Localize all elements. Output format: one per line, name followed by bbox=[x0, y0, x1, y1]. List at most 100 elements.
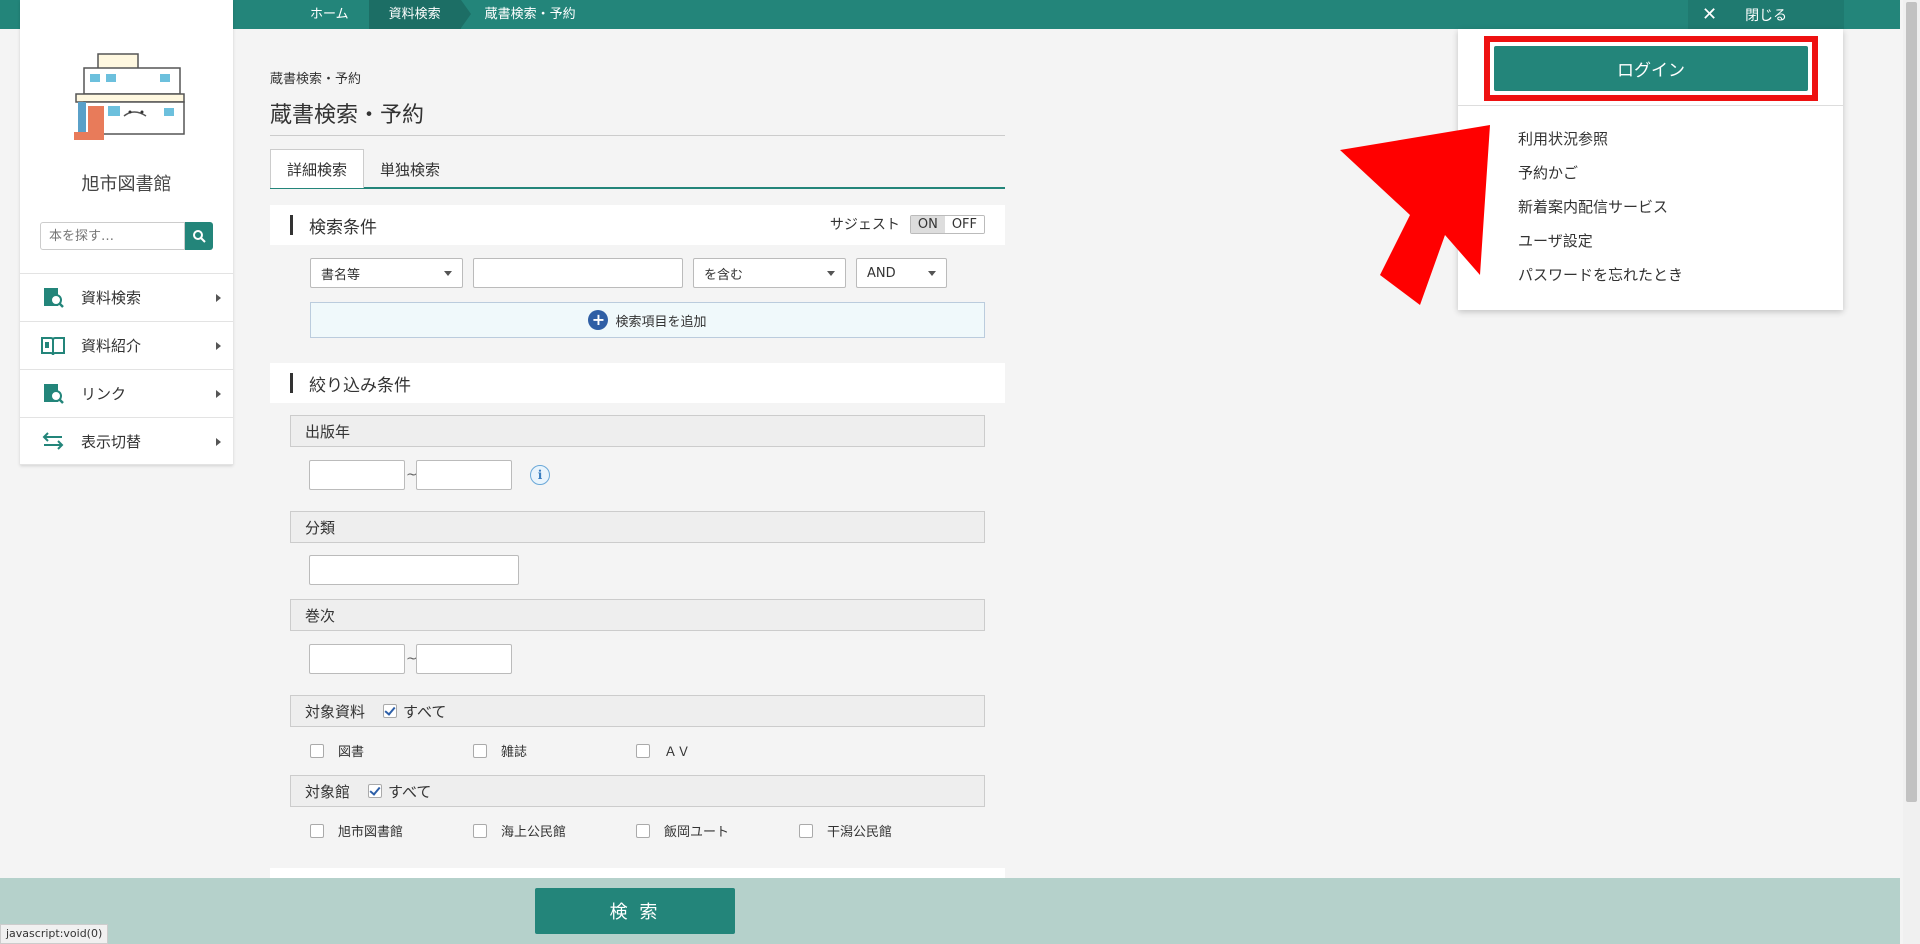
sidebar-item-material-intro[interactable]: 資料紹介 bbox=[20, 321, 233, 369]
menu-link-reservation-cart[interactable]: 予約かご bbox=[1518, 162, 1578, 183]
publish-year-from-input[interactable] bbox=[309, 460, 405, 490]
menu-link-new-arrival-service[interactable]: 新着案内配信サービス bbox=[1518, 196, 1668, 217]
checkbox-label: 図書 bbox=[338, 745, 365, 760]
library-higata-checkbox[interactable]: 干潟公民館 bbox=[799, 821, 892, 840]
menu-link-usage-status[interactable]: 利用状況参照 bbox=[1518, 128, 1608, 149]
sidebar: 旭市図書館 資料検索 資料紹介 リン bbox=[20, 0, 233, 465]
filter-conditions-header: 絞り込み条件 bbox=[270, 363, 1005, 403]
volume-header: 巻次 bbox=[290, 599, 985, 631]
add-search-item-button[interactable]: + 検索項目を追加 bbox=[310, 302, 985, 338]
tab-single-search[interactable]: 単独検索 bbox=[364, 149, 456, 189]
page-title: 蔵書検索・予約 bbox=[270, 97, 1005, 136]
breadcrumb: ホーム 資料検索 蔵書検索・予約 bbox=[290, 0, 596, 29]
field-select-value: 書名等 bbox=[321, 267, 361, 283]
info-icon[interactable]: i bbox=[530, 465, 550, 485]
sidebar-search-button[interactable] bbox=[185, 222, 213, 250]
suggest-toggle-group: サジェスト ON OFF bbox=[830, 214, 985, 234]
suggest-off-button[interactable]: OFF bbox=[944, 215, 984, 233]
library-logo[interactable] bbox=[64, 46, 212, 146]
browser-status-bar: javascript:void(0) bbox=[0, 924, 109, 944]
field-select[interactable]: 書名等 bbox=[310, 258, 463, 288]
add-search-item-label: 検索項目を追加 bbox=[615, 314, 707, 330]
sidebar-search bbox=[40, 222, 213, 250]
section-title: 絞り込み条件 bbox=[309, 375, 411, 396]
login-button[interactable]: ログイン bbox=[1494, 46, 1808, 91]
library-iioka-checkbox[interactable]: 飯岡ユート bbox=[636, 821, 729, 840]
match-type-value: を含む bbox=[704, 267, 744, 283]
menu-link-forgot-password[interactable]: パスワードを忘れたとき bbox=[1518, 264, 1683, 285]
logic-operator-select[interactable]: AND bbox=[856, 258, 947, 288]
search-icon bbox=[193, 230, 206, 243]
target-library-label: 対象館 bbox=[305, 782, 351, 801]
suggest-toggle[interactable]: ON OFF bbox=[909, 214, 985, 234]
classification-input[interactable] bbox=[309, 555, 519, 585]
search-tabs: 詳細検索 単独検索 bbox=[270, 149, 1005, 189]
red-arrow-annotation bbox=[1340, 125, 1490, 305]
caret-right-icon bbox=[216, 342, 221, 350]
search-conditions-header: 検索条件 サジェスト ON OFF bbox=[270, 205, 1005, 245]
checkbox-label: ＡＶ bbox=[664, 745, 691, 760]
sidebar-search-input[interactable] bbox=[40, 222, 185, 250]
publish-year-header: 出版年 bbox=[290, 415, 985, 447]
caret-right-icon bbox=[216, 390, 221, 398]
sidebar-item-label: リンク bbox=[81, 385, 127, 403]
plus-circle-icon: + bbox=[588, 310, 609, 330]
volume-from-input[interactable] bbox=[309, 644, 405, 674]
chevron-down-icon bbox=[444, 271, 452, 276]
close-label: 閉じる bbox=[1745, 7, 1788, 24]
library-all-checkbox[interactable]: すべて bbox=[368, 781, 431, 802]
login-highlight-box: ログイン bbox=[1484, 36, 1818, 101]
checkbox-icon bbox=[799, 823, 813, 838]
checkbox-checked-icon bbox=[368, 784, 383, 798]
checkbox-label: 旭市図書館 bbox=[338, 825, 404, 840]
checkbox-icon bbox=[310, 823, 324, 838]
match-type-select[interactable]: を含む bbox=[693, 258, 846, 288]
keyword-input[interactable] bbox=[473, 258, 683, 288]
checkbox-icon bbox=[636, 743, 650, 758]
divider bbox=[1458, 105, 1843, 106]
sidebar-item-label: 資料紹介 bbox=[81, 337, 142, 355]
sidebar-item-link[interactable]: リンク bbox=[20, 369, 233, 417]
book-search-icon bbox=[39, 380, 67, 408]
volume-to-input[interactable] bbox=[416, 644, 512, 674]
close-icon: ✕ bbox=[1702, 4, 1718, 25]
checkbox-label: 海上公民館 bbox=[501, 825, 567, 840]
section-title: 検索条件 bbox=[309, 217, 377, 238]
material-magazine-checkbox[interactable]: 雑誌 bbox=[473, 741, 527, 760]
scrollbar-thumb[interactable] bbox=[1906, 2, 1917, 802]
close-menu-button[interactable]: ✕ 閉じる bbox=[1688, 0, 1844, 29]
bottom-action-bar: 検 索 bbox=[0, 878, 1900, 944]
breadcrumb-home[interactable]: ホーム bbox=[290, 0, 369, 29]
material-book-checkbox[interactable]: 図書 bbox=[310, 741, 364, 760]
all-label: すべて bbox=[388, 782, 432, 801]
publish-year-to-input[interactable] bbox=[416, 460, 512, 490]
library-asahi-checkbox[interactable]: 旭市図書館 bbox=[310, 821, 403, 840]
search-submit-button[interactable]: 検 索 bbox=[535, 888, 735, 934]
swap-arrows-icon bbox=[39, 427, 67, 455]
open-book-icon bbox=[39, 332, 67, 360]
sidebar-item-material-search[interactable]: 資料検索 bbox=[20, 273, 233, 321]
library-name: 旭市図書館 bbox=[81, 174, 172, 195]
material-av-checkbox[interactable]: ＡＶ bbox=[636, 741, 690, 760]
all-label: すべて bbox=[403, 702, 447, 721]
checkbox-icon bbox=[310, 743, 324, 758]
sidebar-item-label: 表示切替 bbox=[81, 432, 142, 451]
material-all-checkbox[interactable]: すべて bbox=[383, 701, 446, 722]
breadcrumb-material-search[interactable]: 資料検索 bbox=[368, 0, 471, 29]
sidebar-item-label: 資料検索 bbox=[81, 289, 142, 307]
section-bar bbox=[290, 215, 293, 235]
sidebar-item-display-toggle[interactable]: 表示切替 bbox=[20, 417, 233, 465]
sidebar-menu: 資料検索 資料紹介 リンク 表示切替 bbox=[20, 273, 233, 465]
book-search-icon bbox=[39, 284, 67, 312]
target-material-label: 対象資料 bbox=[305, 702, 366, 721]
checkbox-icon bbox=[473, 743, 487, 758]
section-bar bbox=[290, 373, 293, 393]
suggest-on-button[interactable]: ON bbox=[910, 215, 945, 233]
checkbox-label: 雑誌 bbox=[501, 745, 528, 760]
checkbox-label: 干潟公民館 bbox=[827, 825, 893, 840]
menu-link-user-settings[interactable]: ユーザ設定 bbox=[1518, 230, 1593, 251]
top-navigation-bar: ホーム 資料検索 蔵書検索・予約 ✕ 閉じる bbox=[0, 0, 1900, 29]
tab-detailed-search[interactable]: 詳細検索 bbox=[270, 149, 365, 188]
caret-right-icon bbox=[216, 438, 221, 446]
library-unakami-checkbox[interactable]: 海上公民館 bbox=[473, 821, 566, 840]
